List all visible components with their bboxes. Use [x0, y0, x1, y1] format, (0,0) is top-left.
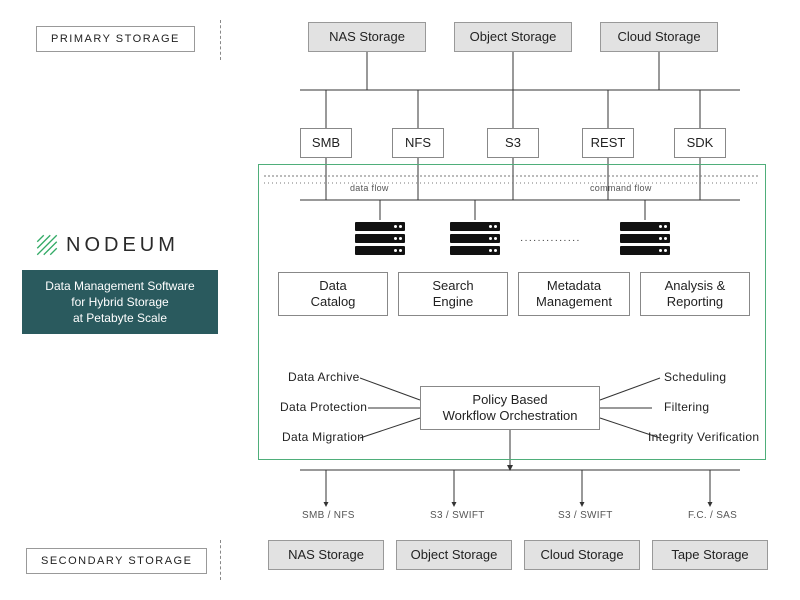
primary-cloud: Cloud Storage: [600, 22, 718, 52]
orch-right-filtering: Filtering: [664, 400, 709, 414]
secondary-object: Object Storage: [396, 540, 512, 570]
server-icon: [355, 222, 405, 262]
orch-left-migration: Data Migration: [282, 430, 364, 444]
orch-right-scheduling: Scheduling: [664, 370, 726, 384]
protocol-sdk: SDK: [674, 128, 726, 158]
primary-nas: NAS Storage: [308, 22, 426, 52]
server-icon: [450, 222, 500, 262]
ellipsis-icon: ··············: [520, 235, 581, 246]
protocol-nfs: NFS: [392, 128, 444, 158]
sec-proto-2: S3 / SWIFT: [558, 510, 613, 521]
module-data-catalog: DataCatalog: [278, 272, 388, 316]
module-analysis: Analysis &Reporting: [640, 272, 750, 316]
secondary-nas: NAS Storage: [268, 540, 384, 570]
module-search-engine: SearchEngine: [398, 272, 508, 316]
protocol-smb: SMB: [300, 128, 352, 158]
orch-left-archive: Data Archive: [288, 370, 360, 384]
sec-proto-0: SMB / NFS: [302, 510, 355, 521]
server-icon: [620, 222, 670, 262]
secondary-storage-label: SECONDARY STORAGE: [26, 548, 207, 574]
brand-name: NODEUM: [66, 234, 179, 257]
orch-right-integrity: Integrity Verification: [648, 430, 759, 444]
protocol-rest: REST: [582, 128, 634, 158]
tagline-box: Data Management Softwarefor Hybrid Stora…: [22, 270, 218, 334]
secondary-cloud: Cloud Storage: [524, 540, 640, 570]
primary-storage-label: PRIMARY STORAGE: [36, 26, 195, 52]
sec-proto-1: S3 / SWIFT: [430, 510, 485, 521]
primary-object: Object Storage: [454, 22, 572, 52]
divider: [220, 20, 221, 60]
brand-logo-icon: [34, 232, 60, 258]
secondary-tape: Tape Storage: [652, 540, 768, 570]
protocol-s3: S3: [487, 128, 539, 158]
divider: [220, 540, 221, 580]
orchestration-box: Policy BasedWorkflow Orchestration: [420, 386, 600, 430]
data-flow-label: data flow: [350, 183, 389, 193]
sec-proto-3: F.C. / SAS: [688, 510, 737, 521]
orch-left-protection: Data Protection: [280, 400, 367, 414]
module-metadata: MetadataManagement: [518, 272, 630, 316]
command-flow-label: command flow: [590, 183, 652, 193]
